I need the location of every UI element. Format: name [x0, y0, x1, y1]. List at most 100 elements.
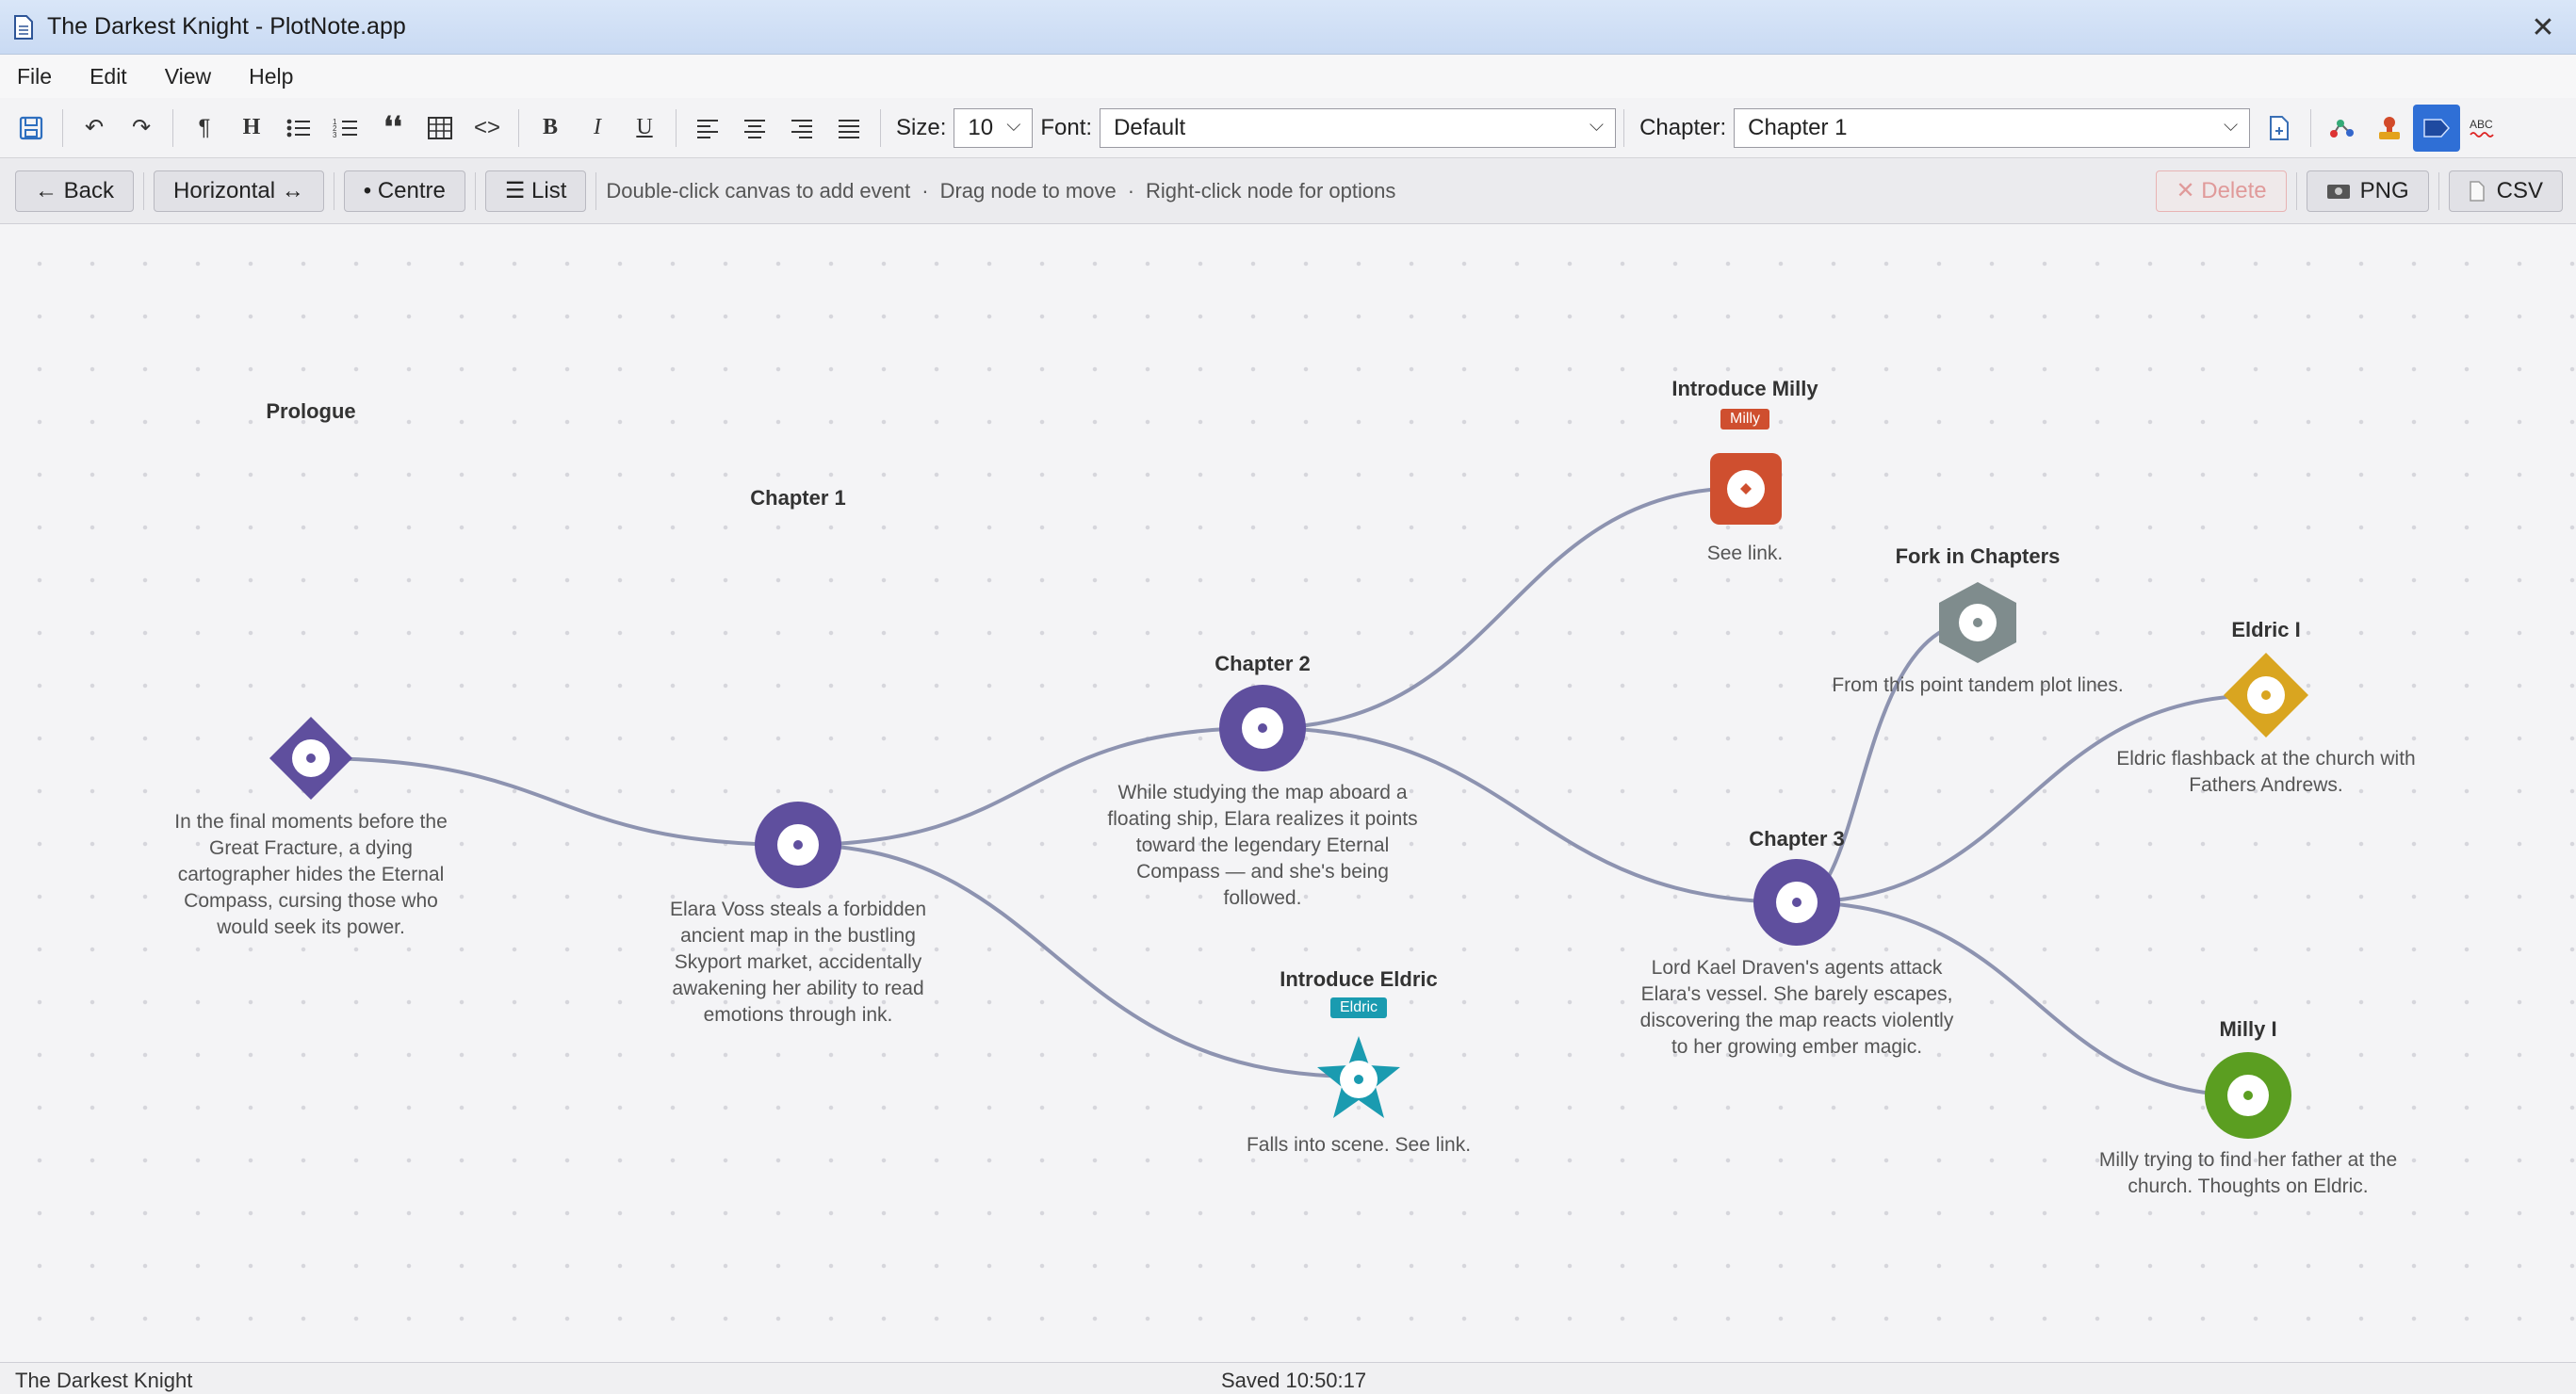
node-prologue-diamond-icon[interactable]	[268, 715, 354, 802]
centre-button[interactable]: • Centre	[343, 170, 465, 212]
toolbar-separator	[2310, 108, 2312, 147]
node-fork-hexagon-icon[interactable]	[1937, 580, 2018, 665]
node-eldric1-diamond-icon[interactable]	[2222, 651, 2310, 739]
tag-view-button[interactable]	[2413, 104, 2461, 152]
align-right-icon	[791, 119, 812, 138]
svg-text:3: 3	[333, 131, 337, 139]
bullet-list-button[interactable]	[275, 105, 322, 152]
plot-graph-button[interactable]	[2319, 105, 2366, 152]
action-separator	[2295, 171, 2297, 210]
align-right-button[interactable]	[778, 105, 825, 152]
size-select[interactable]: 10 ⌵	[954, 107, 1034, 148]
chapter-select[interactable]: Chapter 1 ⌵	[1734, 107, 2251, 148]
pilcrow-icon: ¶	[198, 114, 211, 140]
menu-edit[interactable]: Edit	[90, 64, 127, 89]
spellcheck-button[interactable]: ABC	[2460, 105, 2507, 152]
title-bar: The Darkest Knight - PlotNote.app ✕	[0, 0, 2576, 55]
tag-eldric: Eldric	[1329, 997, 1388, 1018]
node-desc-chapter2: While studying the map aboard a floating…	[1107, 782, 1418, 909]
redo-button[interactable]: ↷	[118, 105, 165, 152]
quote-button[interactable]: ❛❛	[369, 105, 416, 152]
action-separator	[595, 171, 597, 210]
character-button[interactable]	[2366, 105, 2413, 152]
bullet-list-icon	[286, 119, 310, 137]
timeline-action-bar: ← Back Horizontal ↔ • Centre ☰ List Doub…	[0, 158, 2576, 224]
table-icon	[428, 116, 452, 139]
close-window-button[interactable]: ✕	[2510, 0, 2576, 55]
font-label: Font:	[1040, 114, 1093, 140]
hint-add-event: Double-click canvas to add event	[606, 178, 911, 203]
font-value: Default	[1114, 114, 1186, 140]
action-separator	[474, 171, 476, 210]
export-png-button[interactable]: PNG	[2306, 170, 2429, 212]
italic-button[interactable]: I	[574, 105, 621, 152]
chevron-down-icon: ⌵	[1006, 114, 1021, 136]
save-icon	[19, 116, 43, 139]
back-button[interactable]: ← Back	[15, 170, 135, 212]
numbered-list-button[interactable]: 1 2 3	[322, 105, 369, 152]
chapter-label: Chapter:	[1639, 114, 1727, 140]
redo-icon: ↷	[131, 115, 152, 140]
formatting-toolbar: ↶ ↷ ¶ H 1 2 3 ❛❛ <> B I U Size: 10 ⌵ Fon…	[0, 98, 2576, 158]
node-chapter1-circle-icon[interactable]	[754, 801, 842, 889]
node-desc-milly1: Milly trying to find her father at the c…	[2098, 1149, 2398, 1197]
font-select[interactable]: Default ⌵	[1100, 107, 1617, 148]
align-center-button[interactable]	[731, 105, 778, 152]
node-chapter2-circle-icon[interactable]	[1218, 684, 1307, 772]
export-csv-button[interactable]: CSV	[2448, 170, 2563, 212]
node-milly1-circle-icon[interactable]	[2204, 1051, 2292, 1140]
graph-nodes-icon	[2330, 119, 2355, 138]
underline-button[interactable]: U	[621, 105, 668, 152]
export-png-label: PNG	[2359, 177, 2409, 203]
node-desc-eldric1: Eldric flashback at the church with Fath…	[2116, 748, 2416, 796]
undo-button[interactable]: ↶	[71, 105, 118, 152]
justify-button[interactable]	[825, 105, 872, 152]
list-view-button[interactable]: ☰ List	[484, 170, 587, 212]
toolbar-separator	[880, 108, 881, 147]
new-document-icon	[2270, 115, 2290, 140]
toolbar-separator	[172, 108, 173, 147]
bold-button[interactable]: B	[527, 105, 574, 152]
node-chapter3-circle-icon[interactable]	[1753, 858, 1841, 947]
spellcheck-icon: ABC	[2470, 118, 2494, 138]
plot-canvas[interactable]: Prologue In the final moments before the…	[0, 224, 2576, 1362]
hint-separator: ·	[921, 178, 929, 203]
hint-right-click: Right-click node for options	[1146, 178, 1396, 203]
code-button[interactable]: <>	[464, 105, 511, 152]
align-left-button[interactable]	[684, 105, 731, 152]
node-desc-chapter3: Lord Kael Draven's agents attack Elara's…	[1639, 957, 1954, 1058]
node-title-fork: Fork in Chapters	[1895, 544, 2061, 568]
save-button[interactable]	[8, 105, 55, 152]
menu-help[interactable]: Help	[249, 64, 293, 89]
table-button[interactable]	[416, 105, 464, 152]
menu-file[interactable]: File	[17, 64, 52, 89]
heading-button[interactable]: H	[228, 105, 275, 152]
numbered-list-icon: 1 2 3	[333, 118, 357, 139]
file-icon	[2469, 180, 2485, 202]
toolbar-separator	[518, 108, 519, 147]
node-desc-chapter1: Elara Voss steals a forbidden ancient ma…	[670, 899, 926, 1026]
menu-view[interactable]: View	[165, 64, 211, 89]
italic-icon: I	[594, 115, 601, 139]
node-introduce-milly-square-icon[interactable]	[1709, 452, 1783, 526]
toolbar-separator	[676, 108, 677, 147]
document-icon	[14, 14, 33, 40]
toolbar-separator	[62, 108, 63, 147]
node-introduce-eldric-star-icon[interactable]	[1315, 1034, 1402, 1121]
delete-button[interactable]: ✕ Delete	[2156, 170, 2287, 212]
justify-icon	[839, 119, 859, 138]
new-chapter-button[interactable]	[2256, 105, 2303, 152]
hint-separator: ·	[1127, 178, 1135, 203]
align-left-icon	[697, 119, 718, 138]
bold-icon: B	[542, 115, 558, 139]
horizontal-layout-button[interactable]: Horizontal ↔	[154, 170, 324, 212]
node-title-eldric1: Eldric I	[2231, 618, 2301, 641]
node-title-chapter3: Chapter 3	[1749, 827, 1845, 851]
link-chapter2-milly	[1261, 486, 1747, 730]
quote-icon: ❛❛	[383, 112, 402, 143]
status-saved-time: Saved 10:50:17	[1221, 1369, 1367, 1392]
status-bar: The Darkest Knight Saved 10:50:17	[0, 1362, 2576, 1394]
paragraph-button[interactable]: ¶	[181, 105, 228, 152]
chevron-down-icon: ⌵	[1589, 114, 1605, 136]
close-icon: ✕	[2531, 11, 2555, 43]
